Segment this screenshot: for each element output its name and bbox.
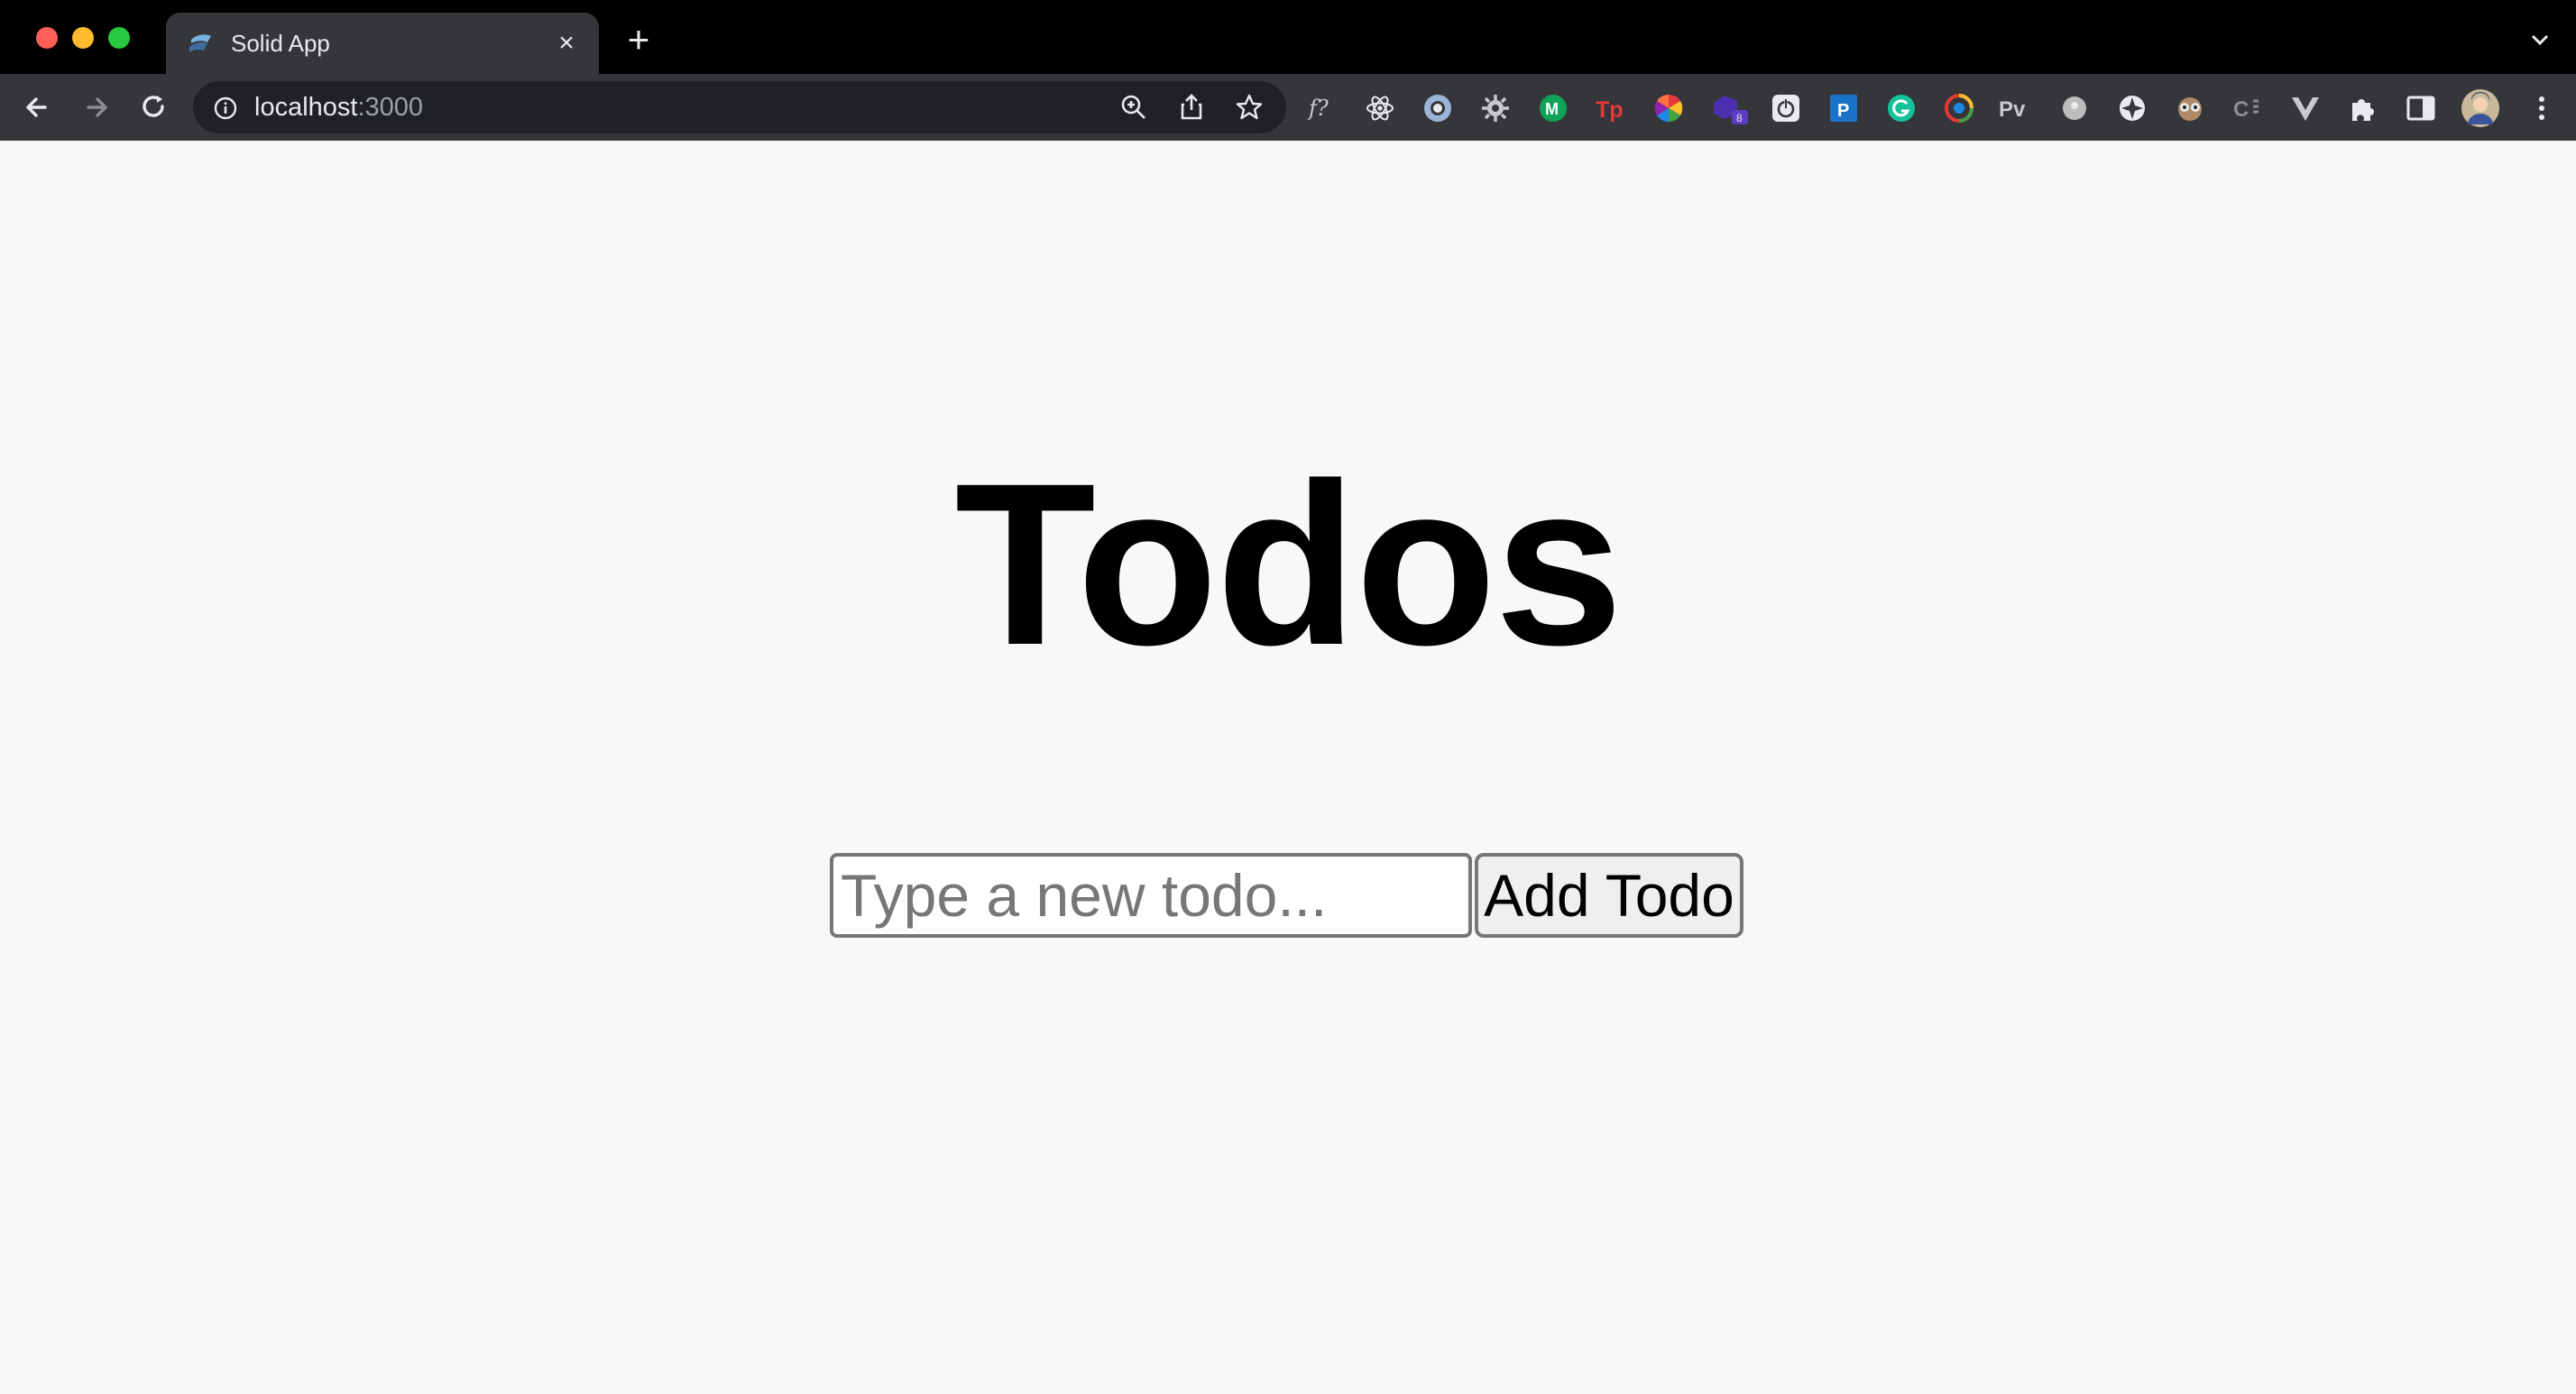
add-todo-button[interactable]: Add Todo [1475,853,1743,938]
vue-devtools-icon[interactable] [2289,92,2322,124]
url-text: localhost:3000 [254,93,423,122]
gear-extension-icon[interactable] [1479,92,1512,124]
window-close-button[interactable] [36,27,58,49]
page-viewport: Todos Add Todo [0,141,2576,1394]
puzzle-icon[interactable] [2347,92,2379,124]
pv-label: Pv [1999,97,2026,122]
font-identifier-icon[interactable]: f? [1306,92,1339,124]
tab-close-icon[interactable]: × [552,29,581,58]
grey-dot-icon[interactable] [2058,92,2091,124]
tp-extension-icon[interactable]: Tp [1595,92,1627,124]
browser-menu-icon[interactable] [2525,92,2558,124]
forward-button[interactable] [78,88,115,126]
svg-text:f?: f? [1307,96,1329,121]
circle-extension-icon[interactable] [1421,92,1454,124]
badge-extension-icon[interactable]: 8 [1712,92,1752,124]
url-host: localhost [254,93,358,122]
bookmark-star-icon[interactable] [1234,92,1265,123]
browser-toolbar: localhost:3000 f? M Tp 8 P Pv C [0,74,2576,141]
window-maximize-button[interactable] [108,27,130,49]
tab-strip: Solid App × + [0,0,2576,74]
zoom-icon[interactable] [1118,92,1149,123]
tab-search-chevron-icon[interactable] [2527,27,2553,52]
avatar[interactable] [2461,88,2500,128]
react-devtools-icon[interactable] [1364,92,1396,124]
reload-button[interactable] [135,88,173,126]
css-extension-icon[interactable]: C [2231,92,2264,124]
svg-text:C: C [2233,97,2249,122]
blade-icon[interactable] [2116,92,2148,124]
power-extension-icon[interactable] [1770,92,1802,124]
color-wheel-icon[interactable] [1652,92,1685,124]
tab-title: Solid App [231,30,330,57]
reload-icon [143,96,164,117]
share-icon[interactable] [1176,92,1207,123]
back-arrow-icon [26,97,47,117]
forward-arrow-icon [87,97,107,117]
url-port: :3000 [357,93,424,122]
svg-text:M: M [1545,100,1559,118]
tab-solid-app[interactable]: Solid App × [166,13,599,74]
todo-input[interactable] [830,853,1472,938]
chrome-ring-icon[interactable] [1943,92,1975,124]
new-tab-button[interactable]: + [622,21,655,59]
svg-text:Tp: Tp [1596,97,1624,123]
pv-extension-icon[interactable]: Pv [1997,92,2038,124]
address-bar[interactable]: localhost:3000 [193,81,1286,133]
svg-text:P: P [1837,101,1849,121]
p-extension-icon[interactable]: P [1827,92,1860,124]
solid-logo-icon [189,34,211,52]
extension-badge-count: 8 [1736,112,1743,124]
sidepanel-icon[interactable] [2405,92,2437,124]
page-title: Todos [954,436,1624,693]
site-info-icon[interactable] [213,96,238,121]
mascot-icon[interactable] [2174,92,2206,124]
window-minimize-button[interactable] [72,27,94,49]
grammarly-icon[interactable] [1885,92,1918,124]
back-button[interactable] [18,88,56,126]
green-extension-icon[interactable]: M [1537,92,1569,124]
browser-window: Solid App × + localhost:3000 f? M Tp 8 P… [0,0,2576,1394]
